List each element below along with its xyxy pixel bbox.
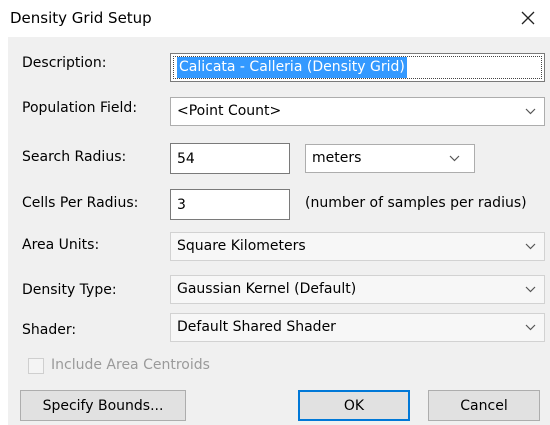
shader-label: Shader:	[22, 322, 77, 338]
window-title: Density Grid Setup	[10, 9, 152, 27]
cells-per-radius-note: (number of samples per radius)	[305, 195, 527, 211]
search-radius-unit-select[interactable]: meters	[305, 144, 475, 173]
specify-bounds-button[interactable]: Specify Bounds...	[20, 390, 186, 421]
cancel-button[interactable]: Cancel	[428, 390, 540, 421]
dialog-body: Description: Calicata - Calleria (Densit…	[8, 37, 550, 425]
search-radius-label: Search Radius:	[22, 149, 127, 165]
focus-indicator	[173, 56, 542, 79]
area-units-label: Area Units:	[22, 237, 100, 253]
density-type-label: Density Type:	[22, 282, 117, 298]
chevron-down-icon	[449, 145, 460, 172]
area-units-select[interactable]: Square Kilometers	[170, 232, 545, 261]
chevron-down-icon	[525, 276, 536, 303]
include-area-centroids-label: Include Area Centroids	[51, 357, 210, 373]
search-radius-input[interactable]	[170, 143, 290, 174]
area-units-value: Square Kilometers	[177, 238, 306, 254]
chevron-down-icon	[525, 233, 536, 260]
density-type-select[interactable]: Gaussian Kernel (Default)	[170, 275, 545, 304]
chevron-down-icon	[525, 314, 536, 341]
include-area-centroids-checkbox[interactable]	[28, 358, 44, 374]
search-radius-unit-value: meters	[312, 150, 362, 166]
search-radius-value[interactable]	[171, 144, 289, 173]
title-bar: Density Grid Setup	[0, 0, 550, 36]
density-type-value: Gaussian Kernel (Default)	[177, 281, 357, 297]
shader-value: Default Shared Shader	[177, 319, 336, 335]
population-field-value: <Point Count>	[177, 103, 282, 119]
description-field[interactable]: Calicata - Calleria (Density Grid)	[170, 53, 545, 82]
cells-per-radius-input[interactable]	[170, 189, 290, 220]
cells-per-radius-value[interactable]	[171, 190, 289, 219]
population-field-select[interactable]: <Point Count>	[170, 97, 545, 126]
shader-select[interactable]: Default Shared Shader	[170, 313, 545, 342]
close-icon[interactable]	[514, 4, 542, 32]
ok-button[interactable]: OK	[298, 390, 410, 421]
population-field-label: Population Field:	[22, 100, 138, 116]
chevron-down-icon	[525, 98, 536, 125]
description-label: Description:	[22, 55, 107, 71]
cells-per-radius-label: Cells Per Radius:	[22, 195, 139, 211]
